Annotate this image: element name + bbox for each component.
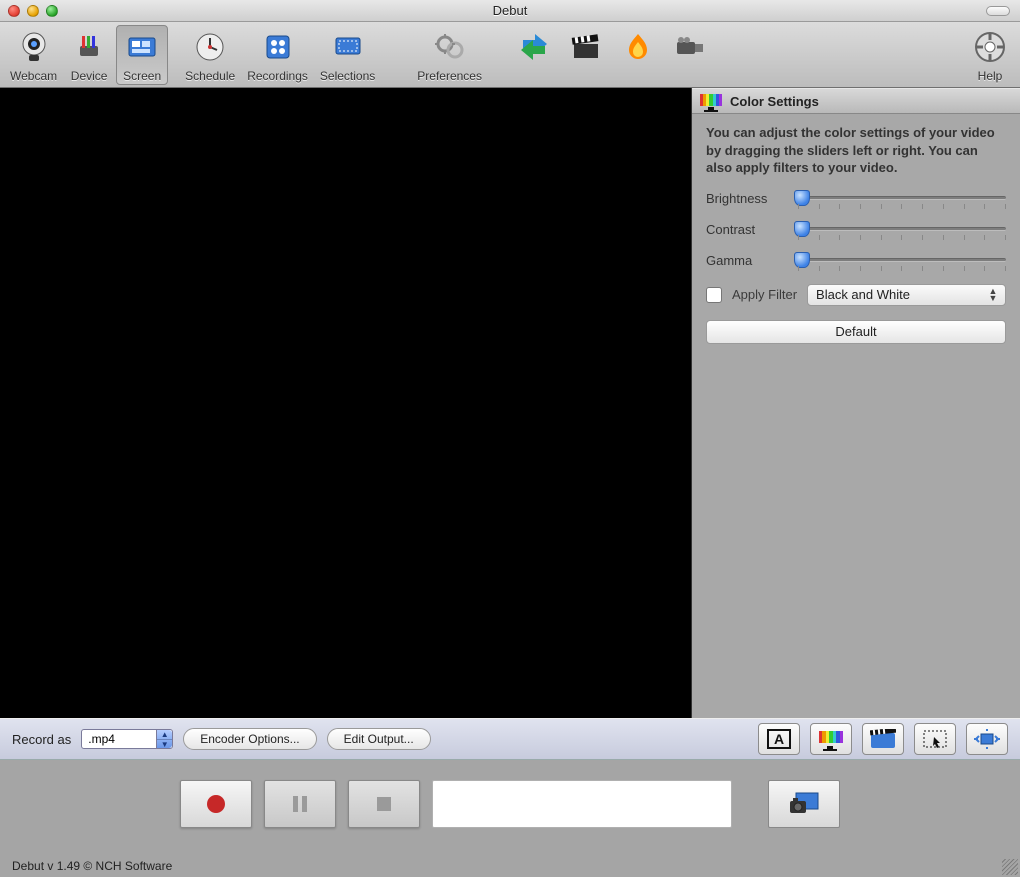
footer-text: Debut v 1.49 © NCH Software [12, 859, 172, 873]
toolbar-share[interactable] [508, 25, 560, 85]
video-effects-icon [870, 729, 896, 749]
toolbar-selections[interactable]: Selections [314, 25, 381, 85]
toolbar-preferences-label: Preferences [417, 69, 482, 83]
record-bar: Record as .mp4 ▲▼ Encoder Options... Edi… [0, 718, 1020, 760]
preferences-icon [430, 27, 470, 67]
default-button[interactable]: Default [706, 320, 1006, 344]
close-window-button[interactable] [8, 5, 20, 17]
camcorder-icon [670, 27, 710, 67]
toolbar-help-label: Help [978, 69, 1003, 83]
sidebar: Color Settings You can adjust the color … [692, 88, 1020, 718]
status-display [432, 780, 732, 828]
record-as-label: Record as [12, 732, 71, 747]
zoom-window-button[interactable] [46, 5, 58, 17]
record-button[interactable] [180, 780, 252, 828]
toolbar-device[interactable]: Device [63, 25, 115, 85]
main-area: Color Settings You can adjust the color … [0, 88, 1020, 718]
apply-filter-checkbox[interactable] [706, 287, 722, 303]
toolbar-help[interactable]: Help [964, 25, 1016, 85]
toolbar-burn[interactable] [612, 25, 664, 85]
stop-icon [372, 792, 396, 816]
filter-select-value: Black and White [816, 287, 910, 302]
color-bars-icon [700, 94, 722, 108]
text-overlay-button[interactable]: A [758, 723, 800, 755]
toolbar-schedule[interactable]: Schedule [179, 25, 241, 85]
help-icon [970, 27, 1010, 67]
toolbar-schedule-label: Schedule [185, 69, 235, 83]
main-toolbar: Webcam Device Screen Schedule Recor [0, 22, 1020, 88]
toolbar-toggle-pill[interactable] [986, 6, 1010, 16]
video-effects-button[interactable] [862, 723, 904, 755]
contrast-slider[interactable] [798, 227, 1006, 231]
toolbar-recordings[interactable]: Recordings [241, 25, 314, 85]
screen-icon [122, 27, 162, 67]
gamma-label: Gamma [706, 253, 786, 268]
snapshot-button[interactable] [768, 780, 840, 828]
toolbar-camcorder[interactable] [664, 25, 716, 85]
select-region-icon [922, 729, 948, 749]
fullscreen-button[interactable] [966, 723, 1008, 755]
video-preview [0, 88, 692, 718]
toolbar-screen-label: Screen [123, 69, 161, 83]
format-select[interactable]: .mp4 ▲▼ [81, 729, 173, 749]
snapshot-icon [788, 791, 820, 817]
color-settings-header: Color Settings [692, 88, 1020, 114]
record-icon [204, 792, 228, 816]
gamma-slider[interactable] [798, 258, 1006, 262]
toolbar-selections-label: Selections [320, 69, 375, 83]
share-icon [514, 27, 554, 67]
window-title: Debut [493, 3, 528, 18]
contrast-label: Contrast [706, 222, 786, 237]
fullscreen-icon [974, 729, 1000, 749]
titlebar: Debut [0, 0, 1020, 22]
apply-filter-label: Apply Filter [732, 287, 797, 302]
panel-title: Color Settings [730, 94, 819, 109]
filter-select[interactable]: Black and White ▲▼ [807, 284, 1006, 306]
minimize-window-button[interactable] [27, 5, 39, 17]
edit-output-button[interactable]: Edit Output... [327, 728, 431, 750]
stop-button[interactable] [348, 780, 420, 828]
selections-icon [328, 27, 368, 67]
toolbar-webcam-label: Webcam [10, 69, 57, 83]
toolbar-device-label: Device [71, 69, 108, 83]
pause-button[interactable] [264, 780, 336, 828]
playback-controls [0, 760, 1020, 840]
format-value: .mp4 [88, 732, 115, 746]
text-overlay-icon: A [767, 729, 791, 749]
panel-description: You can adjust the color settings of you… [706, 124, 1006, 177]
updown-icon: ▲▼ [985, 287, 1001, 303]
color-settings-icon [819, 731, 843, 747]
encoder-options-button[interactable]: Encoder Options... [183, 728, 316, 750]
select-region-button[interactable] [914, 723, 956, 755]
toolbar-recordings-label: Recordings [247, 69, 308, 83]
clapper-icon [566, 27, 606, 67]
window-controls [8, 5, 58, 17]
resize-grip[interactable] [1002, 859, 1018, 875]
brightness-slider[interactable] [798, 196, 1006, 200]
toolbar-preferences[interactable]: Preferences [411, 25, 488, 85]
color-settings-button[interactable] [810, 723, 852, 755]
recordings-icon [258, 27, 298, 67]
webcam-icon [14, 27, 54, 67]
pause-icon [288, 792, 312, 816]
toolbar-screen[interactable]: Screen [116, 25, 168, 85]
schedule-icon [190, 27, 230, 67]
burn-icon [618, 27, 658, 67]
svg-text:A: A [774, 731, 784, 747]
brightness-label: Brightness [706, 191, 786, 206]
stepper-icon: ▲▼ [156, 730, 172, 748]
toolbar-clapper[interactable] [560, 25, 612, 85]
toolbar-webcam[interactable]: Webcam [4, 25, 63, 85]
device-icon [69, 27, 109, 67]
